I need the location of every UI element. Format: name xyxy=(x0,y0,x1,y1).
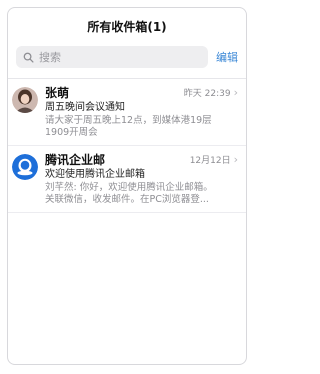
mail-preview-line1: 刘芊然: 你好，欢迎使用腾讯企业邮箱。 xyxy=(45,182,213,193)
search-icon xyxy=(23,52,34,63)
edit-button[interactable]: 编辑 xyxy=(216,49,238,65)
mail-preview-line2: 1909开周会 xyxy=(45,127,98,138)
avatar xyxy=(12,154,38,180)
avatar xyxy=(12,87,38,113)
mail-subject: 欢迎使用腾讯企业邮箱 xyxy=(45,169,145,180)
chevron-right-icon: › xyxy=(233,85,238,99)
search-input[interactable]: 搜索 xyxy=(16,46,208,68)
mail-preview-line1: 请大家于周五晚上12点，到媒体港19层 xyxy=(45,115,212,126)
page-title: 所有收件箱(1) xyxy=(87,19,167,34)
chevron-right-icon: › xyxy=(233,152,238,166)
mail-sender: 张萌 xyxy=(45,85,70,100)
search-placeholder: 搜索 xyxy=(39,51,61,64)
mail-sender: 腾讯企业邮 xyxy=(45,152,106,167)
mail-subject: 周五晚间会议通知 xyxy=(45,102,125,113)
list-end-divider xyxy=(8,212,246,213)
mail-app-window: 所有收件箱(1) 搜索 编辑 张萌 昨天 22:39 › 周五晚间会议通知 请大… xyxy=(7,7,247,365)
search-row: 搜索 编辑 xyxy=(8,44,246,70)
mail-preview-line2: 关联微信，收发邮件。在PC浏览器登... xyxy=(45,194,209,205)
mail-list-item[interactable]: 张萌 昨天 22:39 › 周五晚间会议通知 请大家于周五晚上12点，到媒体港1… xyxy=(8,79,246,145)
tencent-mail-logo-icon xyxy=(12,154,38,180)
mail-time: 12月12日 xyxy=(189,155,231,166)
user-photo-icon xyxy=(12,87,38,113)
mail-time: 昨天 22:39 xyxy=(183,88,231,99)
mail-list-item[interactable]: 腾讯企业邮 12月12日 › 欢迎使用腾讯企业邮箱 刘芊然: 你好，欢迎使用腾讯… xyxy=(8,145,246,212)
